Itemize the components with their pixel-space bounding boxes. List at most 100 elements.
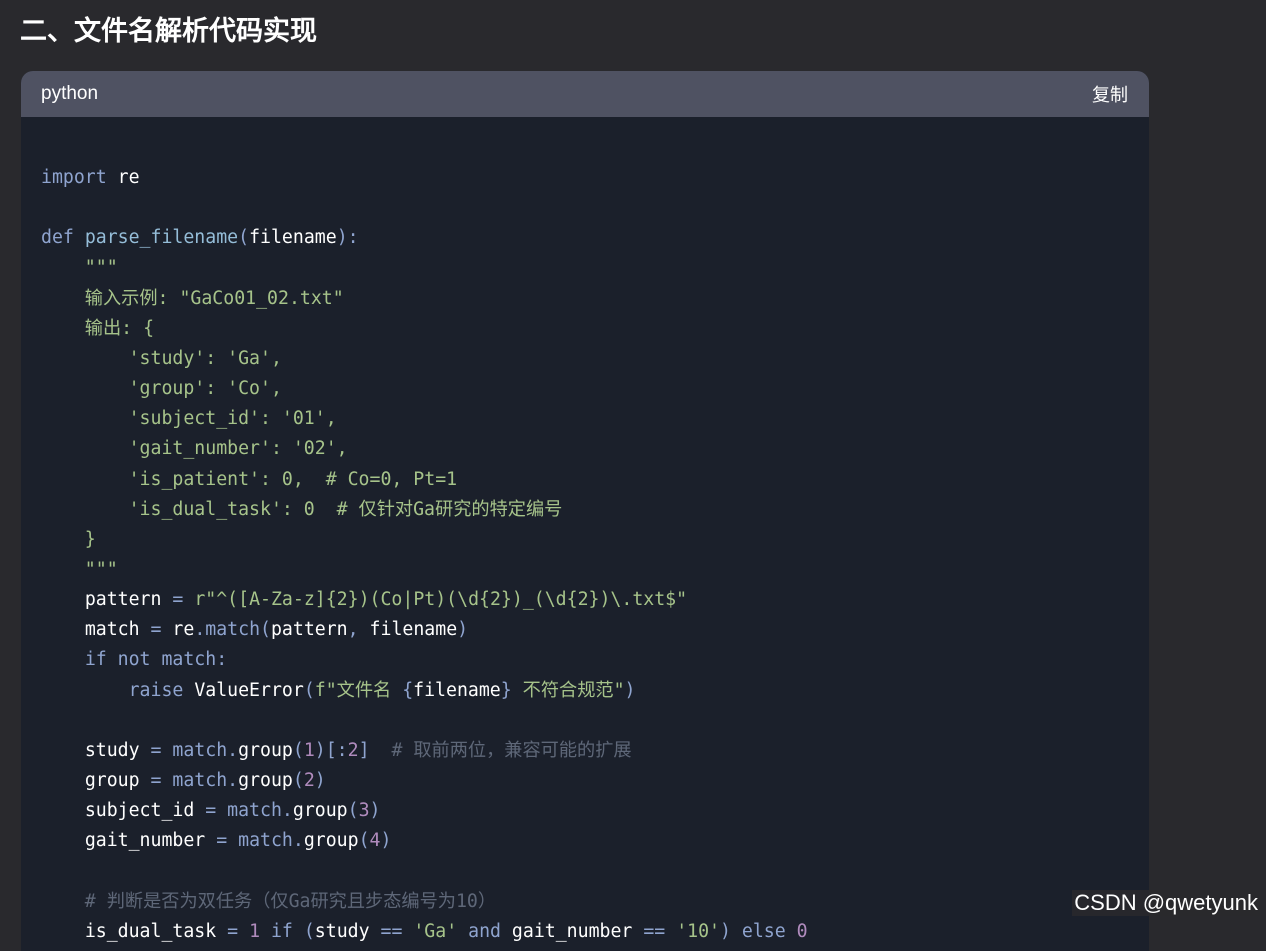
code-line: gait_number = match.group(4)	[41, 826, 392, 856]
code-token: group	[303, 830, 359, 852]
code-token: gait_number	[84, 830, 206, 852]
code-token: )	[624, 679, 636, 701]
code-token: ,	[347, 619, 370, 641]
copy-button[interactable]: 复制	[1092, 81, 1128, 107]
code-token: 'group': 'Co',	[41, 378, 282, 400]
code-line: 'is_dual_task': 0 # 仅针对Ga研究的特定编号	[41, 495, 563, 525]
code-token: }	[500, 679, 512, 701]
code-token: =	[139, 619, 173, 641]
code-token: filename	[369, 619, 458, 641]
code-token: pattern	[270, 619, 348, 641]
watermark: CSDN @qwetyunk	[1072, 890, 1260, 916]
code-token: 1	[303, 739, 315, 761]
code-token: 2	[347, 739, 359, 761]
code-token: ):	[336, 227, 359, 249]
code-token: )[:	[314, 739, 348, 761]
code-token: re	[117, 167, 140, 188]
code-token: 4	[369, 830, 381, 852]
code-token: ]	[358, 739, 370, 761]
section-heading: 二、文件名解析代码实现	[20, 16, 317, 47]
code-token: .match(	[194, 619, 271, 641]
code-token: pattern	[84, 589, 162, 611]
code-line: group = match.group(2)	[41, 766, 326, 796]
code-token: 'is_dual_task': 0 # 仅针对Ga研究的特定编号	[41, 498, 563, 520]
code-token: # 取前两位，兼容可能的扩展	[369, 739, 632, 761]
code-token: ValueError	[194, 679, 304, 701]
code-token: 'subject_id': '01',	[41, 408, 337, 430]
code-line: study = match.group(1)[:2] # 取前两位，兼容可能的扩…	[41, 736, 632, 766]
code-token: (	[292, 739, 304, 761]
code-line: 输入示例: "GaCo01_02.txt"	[41, 284, 344, 314]
code-token: )	[314, 770, 326, 791]
code-token: if not match:	[84, 649, 228, 671]
code-token: (	[292, 770, 304, 791]
code-token: {	[402, 679, 414, 701]
code-token: match	[84, 619, 140, 641]
code-token: parse_filename	[84, 227, 239, 249]
code-line: 'gait_number': '02',	[41, 434, 348, 464]
code-line: """	[41, 253, 118, 283]
code-token: """	[41, 257, 118, 279]
code-line: pattern = r"^([A-Za-z]{2})(Co|Pt)(\d{2})…	[41, 585, 687, 615]
code-token: )	[380, 830, 392, 852]
code-line: }	[41, 525, 96, 555]
code-token: group	[238, 770, 293, 791]
code-token: """	[41, 558, 118, 580]
code-token: import	[41, 167, 107, 188]
code-line: if not match:	[41, 645, 227, 675]
code-token: 不符合规范"	[511, 679, 625, 701]
code-token: = match.	[205, 830, 304, 852]
code-token: # 判断是否为双任务（仅Ga研究且步态编号为10）	[41, 890, 497, 912]
code-token: (	[347, 800, 359, 822]
code-line: """	[41, 555, 118, 585]
code-language-label: python	[41, 83, 99, 104]
code-token: =	[161, 589, 195, 611]
code-line: 输出: {	[41, 314, 154, 344]
code-token: = match.	[139, 739, 239, 761]
code-token: filename	[413, 679, 501, 701]
code-token: filename	[249, 227, 337, 249]
code-token: 'gait_number': '02',	[41, 438, 348, 460]
code-token: group	[238, 739, 293, 761]
code-line: subject_id = match.group(3)	[41, 796, 381, 826]
code-line: 'is_patient': 0, # Co=0, Pt=1	[41, 465, 458, 495]
code-token: = match.	[194, 800, 293, 822]
code-token: group	[84, 770, 140, 791]
code-line: def parse_filename(filename):	[41, 223, 359, 253]
code-token: 'study': 'Ga',	[41, 347, 282, 369]
code-token: re	[172, 619, 195, 641]
code-line: 'study': 'Ga',	[41, 344, 282, 374]
code-block-header: python 复制	[21, 71, 1149, 117]
code-line: # 判断是否为双任务（仅Ga研究且步态编号为10）	[41, 887, 496, 917]
code-token: (	[303, 679, 315, 701]
code-token: def	[41, 227, 74, 249]
code-token: )	[369, 800, 381, 822]
code-token: = match.	[139, 770, 239, 791]
code-token: 2	[303, 770, 315, 791]
code-token: group	[292, 800, 348, 822]
code-token: 输出: {	[41, 317, 155, 339]
code-line: 'subject_id': '01',	[41, 404, 337, 434]
code-token: )	[457, 619, 469, 641]
code-token: study	[84, 739, 140, 761]
code-token: 输入示例: "GaCo01_02.txt"	[41, 287, 344, 309]
code-token: raise	[128, 679, 184, 701]
code-token: subject_id	[84, 800, 195, 822]
code-token: (	[358, 830, 370, 852]
code-block: python 复制 import re def parse_filename(fi…	[21, 71, 1149, 951]
code-token: f"文件名	[314, 679, 403, 701]
code-token: (	[238, 227, 250, 249]
code-token: 3	[358, 800, 370, 822]
code-line: match = re.match(pattern, filename)	[41, 615, 468, 645]
code-token: r"^([A-Za-z]{2})(Co|Pt)(\d{2})_(\d{2})\.…	[194, 589, 688, 611]
